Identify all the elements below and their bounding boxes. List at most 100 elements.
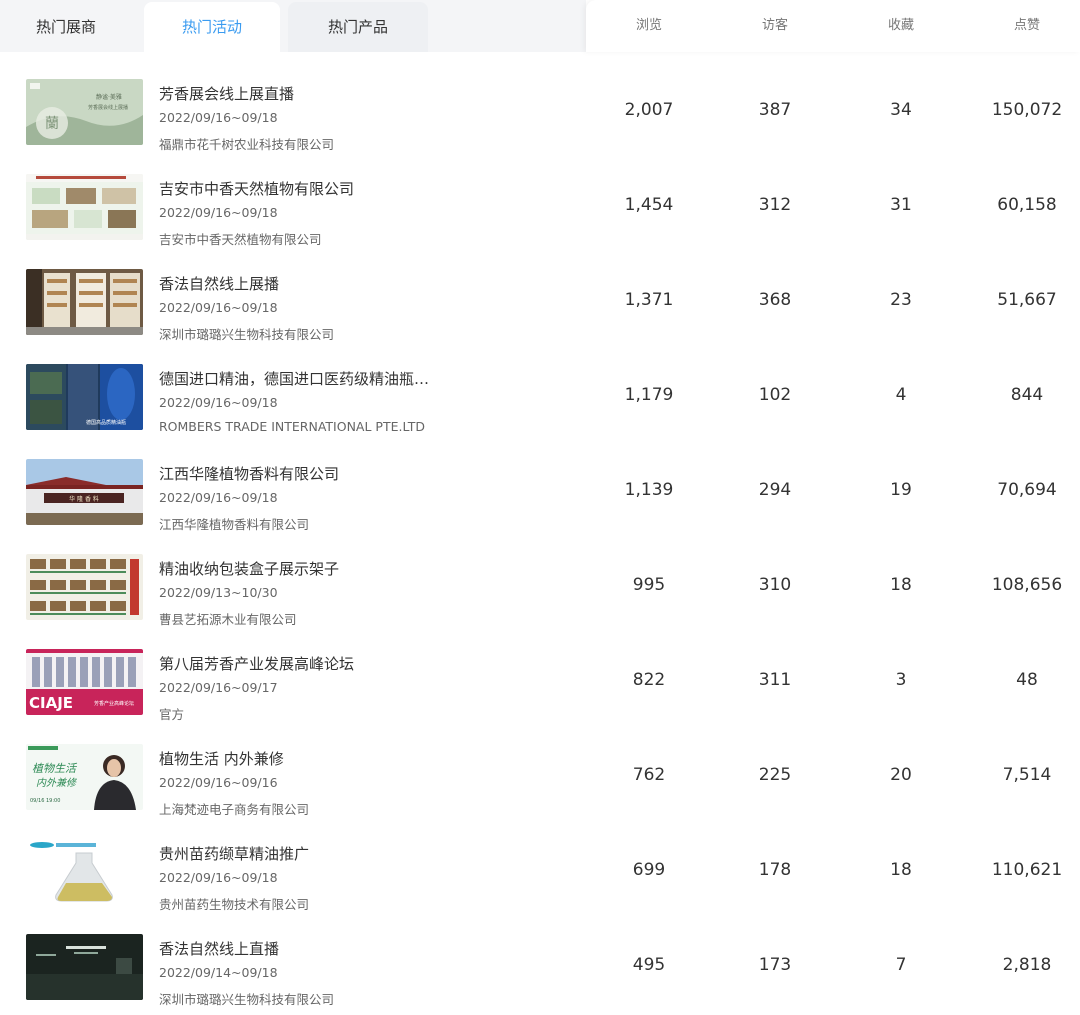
activity-title[interactable]: 贵州苗药缬草精油推广 <box>159 843 309 864</box>
activity-organizer: 深圳市璐璐兴生物科技有限公司 <box>159 992 335 1007</box>
thumb-text: 芳香展会线上展播 <box>88 104 128 111</box>
views-count: 1,371 <box>624 290 674 310</box>
views-count: 1,454 <box>624 195 674 215</box>
visitors-count: 387 <box>758 100 792 120</box>
visitors-count: 225 <box>758 765 792 785</box>
tab-hot-exhibitors[interactable]: 热门展商 <box>0 2 132 52</box>
activity-organizer: 曹县艺拓源木业有限公司 <box>159 612 297 627</box>
likes-count: 51,667 <box>997 290 1057 310</box>
tab-bar: 热门展商 热门产品 热门活动 <box>0 0 586 52</box>
activity-organizer: ROMBERS TRADE INTERNATIONAL PTE.LTD <box>159 419 425 434</box>
column-header-likes[interactable]: 点赞 <box>964 0 1080 52</box>
table-row[interactable]: 香法自然线上直播 2022/09/14~09/18 深圳市璐璐兴生物科技有限公司… <box>0 920 1080 1015</box>
table-row[interactable]: 精油收纳包装盒子展示架子 2022/09/13~10/30 曹县艺拓源木业有限公… <box>0 540 1080 635</box>
favorites-count: 18 <box>890 860 912 880</box>
table-header: 热门展商 热门产品 热门活动 浏览 访客 收藏 点赞 <box>0 0 1080 52</box>
thumb-text: 华 隆 香 料 <box>69 495 99 503</box>
thumb-text: CIAJE <box>29 694 73 712</box>
views-count: 1,179 <box>624 385 674 405</box>
thumb-text: 静谧·美雅 <box>96 93 122 101</box>
activity-organizer: 上海梵迹电子商务有限公司 <box>159 802 310 817</box>
activity-organizer: 福鼎市花千树农业科技有限公司 <box>159 137 335 152</box>
activity-organizer: 深圳市璐璐兴生物科技有限公司 <box>159 327 335 342</box>
favorites-count: 3 <box>895 670 907 690</box>
tab-empty <box>428 2 568 52</box>
tab-hot-activities[interactable]: 热门活动 <box>144 2 280 52</box>
activity-thumbnail[interactable] <box>26 839 143 905</box>
activity-title[interactable]: 香法自然线上直播 <box>159 938 279 959</box>
views-count: 995 <box>632 575 666 595</box>
views-count: 762 <box>632 765 666 785</box>
likes-count: 108,656 <box>991 575 1063 595</box>
activity-date: 2022/09/16~09/18 <box>159 205 278 220</box>
activity-date: 2022/09/13~10/30 <box>159 585 278 600</box>
views-count: 1,139 <box>624 480 674 500</box>
activity-title[interactable]: 第八届芳香产业发展高峰论坛 <box>159 653 354 674</box>
activity-date: 2022/09/16~09/18 <box>159 110 278 125</box>
column-header-views[interactable]: 浏览 <box>586 0 712 52</box>
likes-count: 2,818 <box>1002 955 1052 975</box>
activity-date: 2022/09/16~09/18 <box>159 395 278 410</box>
activity-organizer: 江西华隆植物香料有限公司 <box>159 517 310 532</box>
activity-thumbnail[interactable]: 植物生活 内外兼修 09/16 19:00 <box>26 744 143 810</box>
activity-title[interactable]: 精油收纳包装盒子展示架子 <box>159 558 339 579</box>
likes-count: 48 <box>1016 670 1038 690</box>
table-row[interactable]: 香法自然线上展播 2022/09/16~09/18 深圳市璐璐兴生物科技有限公司… <box>0 255 1080 350</box>
activity-thumbnail[interactable]: 华 隆 香 料 <box>26 459 143 525</box>
favorites-count: 23 <box>890 290 912 310</box>
visitors-count: 310 <box>758 575 792 595</box>
table-row[interactable]: 华 隆 香 料 江西华隆植物香料有限公司 2022/09/16~09/18 江西… <box>0 445 1080 540</box>
table-row[interactable]: 植物生活 内外兼修 09/16 19:00 植物生活 内外兼修 2022/09/… <box>0 730 1080 825</box>
activity-title[interactable]: 江西华隆植物香料有限公司 <box>159 463 339 484</box>
activity-organizer: 吉安市中香天然植物有限公司 <box>159 232 322 247</box>
activity-date: 2022/09/16~09/17 <box>159 680 278 695</box>
column-header-bar: 浏览 访客 收藏 点赞 <box>586 0 1080 52</box>
favorites-count: 20 <box>890 765 912 785</box>
activity-title[interactable]: 吉安市中香天然植物有限公司 <box>159 178 354 199</box>
visitors-count: 368 <box>758 290 792 310</box>
table-row[interactable]: 德国高品质精油瓶 德国进口精油，德国进口医药级精油瓶… 2022/09/16~0… <box>0 350 1080 445</box>
likes-count: 60,158 <box>997 195 1057 215</box>
thumb-text: 芳香产业高峰论坛 <box>94 700 134 707</box>
activity-title[interactable]: 芳香展会线上展直播 <box>159 83 294 104</box>
table-row[interactable]: 贵州苗药缬草精油推广 2022/09/16~09/18 贵州苗药生物技术有限公司… <box>0 825 1080 920</box>
table-row[interactable]: 吉安市中香天然植物有限公司 2022/09/16~09/18 吉安市中香天然植物… <box>0 160 1080 255</box>
column-header-visitors[interactable]: 访客 <box>712 0 838 52</box>
activity-thumbnail[interactable]: CIAJE 芳香产业高峰论坛 <box>26 649 143 715</box>
thumb-text: 09/16 19:00 <box>30 798 60 804</box>
visitors-count: 311 <box>758 670 792 690</box>
activity-title[interactable]: 香法自然线上展播 <box>159 273 279 294</box>
visitors-count: 102 <box>758 385 792 405</box>
likes-count: 70,694 <box>997 480 1057 500</box>
tab-hot-products[interactable]: 热门产品 <box>288 2 428 52</box>
favorites-count: 18 <box>890 575 912 595</box>
activity-thumbnail[interactable]: 蘭 静谧·美雅 芳香展会线上展播 <box>26 79 143 145</box>
table-row[interactable]: 蘭 静谧·美雅 芳香展会线上展播 芳香展会线上展直播 2022/09/16~09… <box>0 65 1080 160</box>
views-count: 822 <box>632 670 666 690</box>
table-row[interactable]: CIAJE 芳香产业高峰论坛 第八届芳香产业发展高峰论坛 2022/09/16~… <box>0 635 1080 730</box>
activity-date: 2022/09/16~09/18 <box>159 490 278 505</box>
activity-thumbnail[interactable]: 德国高品质精油瓶 <box>26 364 143 430</box>
favorites-count: 4 <box>895 385 907 405</box>
activity-thumbnail[interactable] <box>26 269 143 335</box>
activity-thumbnail[interactable] <box>26 934 143 1000</box>
visitors-count: 312 <box>758 195 792 215</box>
activity-date: 2022/09/16~09/16 <box>159 775 278 790</box>
thumb-text: 植物生活 <box>32 762 78 775</box>
thumb-text: 内外兼修 <box>36 777 78 789</box>
activity-thumbnail[interactable] <box>26 174 143 240</box>
activity-title[interactable]: 德国进口精油，德国进口医药级精油瓶… <box>159 368 429 389</box>
activity-date: 2022/09/14~09/18 <box>159 965 278 980</box>
favorites-count: 34 <box>890 100 912 120</box>
views-count: 699 <box>632 860 666 880</box>
activity-title[interactable]: 植物生活 内外兼修 <box>159 748 284 769</box>
likes-count: 7,514 <box>1002 765 1052 785</box>
activity-thumbnail[interactable] <box>26 554 143 620</box>
likes-count: 844 <box>1010 385 1044 405</box>
likes-count: 110,621 <box>991 860 1063 880</box>
column-header-favorites[interactable]: 收藏 <box>838 0 964 52</box>
svg-text:蘭: 蘭 <box>45 116 59 132</box>
activity-organizer: 贵州苗药生物技术有限公司 <box>159 897 310 912</box>
favorites-count: 31 <box>890 195 912 215</box>
visitors-count: 178 <box>758 860 792 880</box>
